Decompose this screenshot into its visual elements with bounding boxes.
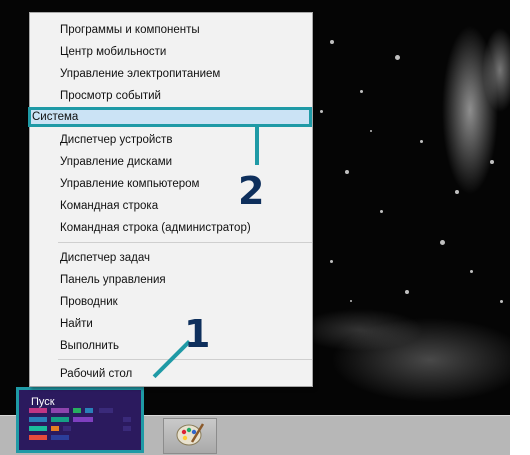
menu-item-computer-management[interactable]: Управление компьютером: [60, 175, 199, 193]
start-label: Пуск: [31, 396, 55, 408]
menu-item-event-viewer[interactable]: Просмотр событий: [60, 87, 161, 105]
paint-icon: [175, 420, 205, 453]
menu-item-device-manager[interactable]: Диспетчер устройств: [60, 131, 172, 149]
menu-item-control-panel[interactable]: Панель управления: [60, 271, 166, 289]
menu-item-mobility-center[interactable]: Центр мобильности: [60, 43, 166, 61]
winx-context-menu: Программы и компоненты Центр мобильности…: [29, 12, 313, 387]
menu-separator: [58, 242, 312, 243]
menu-item-run[interactable]: Выполнить: [60, 337, 119, 355]
menu-item-command-prompt[interactable]: Командная строка: [60, 197, 158, 215]
menu-item-disk-management[interactable]: Управление дисками: [60, 153, 172, 171]
menu-item-programs-features[interactable]: Программы и компоненты: [60, 21, 200, 39]
callout-number-2: 2: [238, 169, 265, 213]
start-button[interactable]: Пуск: [16, 387, 144, 453]
menu-item-search[interactable]: Найти: [60, 315, 93, 333]
taskbar-app-paint[interactable]: [163, 418, 217, 454]
menu-item-explorer[interactable]: Проводник: [60, 293, 118, 311]
menu-separator: [58, 359, 312, 360]
callout-line-2: [255, 127, 259, 165]
callout-number-1: 1: [184, 312, 211, 356]
menu-item-system-highlighted[interactable]: Система: [28, 107, 312, 127]
menu-item-command-prompt-admin[interactable]: Командная строка (администратор): [60, 219, 251, 237]
menu-item-system-label: Система: [32, 111, 79, 123]
menu-item-task-manager[interactable]: Диспетчер задач: [60, 249, 150, 267]
menu-item-desktop[interactable]: Рабочий стол: [60, 365, 132, 383]
menu-item-power-options[interactable]: Управление электропитанием: [60, 65, 220, 83]
